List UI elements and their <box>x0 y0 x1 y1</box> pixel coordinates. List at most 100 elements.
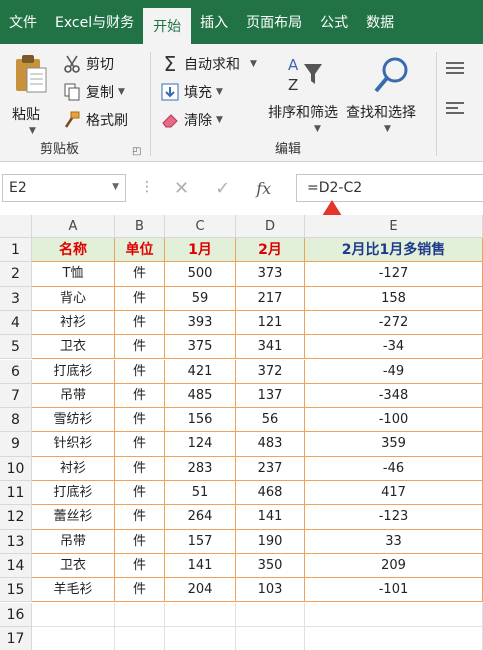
table-cell[interactable]: 237 <box>236 456 305 481</box>
name-box[interactable]: E2 ▼ <box>2 174 126 202</box>
table-cell[interactable]: 190 <box>236 529 305 554</box>
table-cell[interactable]: 件 <box>115 359 165 384</box>
cell[interactable] <box>115 602 165 627</box>
table-cell[interactable]: 156 <box>165 408 236 433</box>
table-cell[interactable]: 件 <box>115 505 165 530</box>
table-cell[interactable]: 件 <box>115 529 165 554</box>
selected-cell-e2[interactable]: -127 <box>305 262 483 287</box>
table-cell[interactable]: 141 <box>236 505 305 530</box>
table-cell[interactable]: 件 <box>115 262 165 287</box>
autosum-button[interactable]: Σ 自动求和 ▼ <box>160 54 257 74</box>
row-header[interactable]: 17 <box>0 626 32 650</box>
table-cell[interactable]: 137 <box>236 383 305 409</box>
table-cell[interactable]: 141 <box>165 553 236 579</box>
table-cell[interactable]: 打底衫 <box>32 481 115 506</box>
cancel-icon[interactable]: ✕ <box>174 178 189 199</box>
row-header[interactable]: 7 <box>0 383 32 409</box>
table-cell[interactable]: 件 <box>115 383 165 409</box>
table-cell[interactable]: 121 <box>236 310 305 336</box>
header-cell[interactable]: 单位 <box>115 238 165 263</box>
table-cell[interactable]: 件 <box>115 456 165 481</box>
table-cell[interactable]: 蕾丝衫 <box>32 505 115 530</box>
column-header-d[interactable]: D <box>236 215 305 238</box>
cell[interactable] <box>32 626 115 650</box>
table-cell[interactable]: 51 <box>165 481 236 506</box>
table-cell[interactable]: 件 <box>115 286 165 311</box>
enter-icon[interactable]: ✓ <box>215 178 230 199</box>
row-header[interactable]: 16 <box>0 602 32 627</box>
table-cell[interactable]: -272 <box>305 310 483 336</box>
table-cell[interactable]: 件 <box>115 335 165 360</box>
table-cell[interactable]: 485 <box>165 383 236 409</box>
table-cell[interactable]: 209 <box>305 553 483 579</box>
table-cell[interactable]: 158 <box>305 286 483 311</box>
table-cell[interactable]: 500 <box>165 262 236 287</box>
table-cell[interactable]: -100 <box>305 408 483 433</box>
table-cell[interactable]: 背心 <box>32 286 115 311</box>
table-cell[interactable]: 件 <box>115 553 165 579</box>
column-header-a[interactable]: A <box>32 215 115 238</box>
row-header[interactable]: 9 <box>0 432 32 457</box>
table-cell[interactable]: 件 <box>115 578 165 603</box>
cell[interactable] <box>305 626 483 650</box>
clear-button[interactable]: 清除 ▼ <box>160 110 223 130</box>
table-cell[interactable]: 羊毛衫 <box>32 578 115 603</box>
column-header-b[interactable]: B <box>115 215 165 238</box>
select-all-corner[interactable] <box>0 215 32 238</box>
table-cell[interactable]: 件 <box>115 481 165 506</box>
ribbon-tab[interactable]: 插入 <box>191 0 237 44</box>
cell[interactable] <box>236 626 305 650</box>
cut-button[interactable]: 剪切 <box>62 54 114 74</box>
table-cell[interactable]: 针织衫 <box>32 432 115 457</box>
ribbon-tab[interactable]: Excel与财务 <box>46 0 143 44</box>
table-cell[interactable]: -49 <box>305 359 483 384</box>
table-cell[interactable]: -123 <box>305 505 483 530</box>
align-top-icon[interactable] <box>446 62 464 76</box>
dialog-launcher-icon[interactable]: ◰ <box>132 146 141 157</box>
fill-button[interactable]: 填充 ▼ <box>160 82 223 102</box>
table-cell[interactable]: -348 <box>305 383 483 409</box>
cell[interactable] <box>305 602 483 627</box>
table-cell[interactable]: 雪纺衫 <box>32 408 115 433</box>
header-cell[interactable]: 名称 <box>32 238 115 263</box>
table-cell[interactable]: 打底衫 <box>32 359 115 384</box>
copy-button[interactable]: 复制 ▼ <box>62 82 125 102</box>
sort-filter-button[interactable]: A Z 排序和筛选 ▼ <box>268 52 368 138</box>
table-cell[interactable]: 359 <box>305 432 483 457</box>
table-cell[interactable]: 卫衣 <box>32 335 115 360</box>
table-cell[interactable]: -46 <box>305 456 483 481</box>
table-cell[interactable]: 件 <box>115 432 165 457</box>
table-cell[interactable]: 件 <box>115 310 165 336</box>
table-cell[interactable]: 350 <box>236 553 305 579</box>
table-cell[interactable]: 393 <box>165 310 236 336</box>
table-cell[interactable]: 吊带 <box>32 529 115 554</box>
insert-function-button[interactable]: fx <box>256 179 271 198</box>
table-cell[interactable]: 217 <box>236 286 305 311</box>
cell[interactable] <box>115 626 165 650</box>
row-header[interactable]: 15 <box>0 578 32 603</box>
ribbon-tab[interactable]: 页面布局 <box>237 0 311 44</box>
chevron-down-icon[interactable]: ▼ <box>112 182 119 192</box>
paste-button[interactable]: 粘贴 ▼ <box>8 54 54 136</box>
format-painter-button[interactable]: 格式刷 <box>62 110 128 130</box>
row-header[interactable]: 13 <box>0 529 32 554</box>
table-cell[interactable]: 264 <box>165 505 236 530</box>
table-cell[interactable]: 283 <box>165 456 236 481</box>
row-header[interactable]: 6 <box>0 359 32 384</box>
table-cell[interactable]: 483 <box>236 432 305 457</box>
table-cell[interactable]: 372 <box>236 359 305 384</box>
table-cell[interactable]: -101 <box>305 578 483 603</box>
table-cell[interactable]: 157 <box>165 529 236 554</box>
row-header[interactable]: 1 <box>0 238 32 263</box>
cell[interactable] <box>32 602 115 627</box>
table-cell[interactable]: 421 <box>165 359 236 384</box>
find-select-button[interactable]: 查找和选择 ▼ <box>346 52 452 138</box>
table-cell[interactable]: 33 <box>305 529 483 554</box>
row-header[interactable]: 10 <box>0 456 32 481</box>
row-header[interactable]: 14 <box>0 553 32 579</box>
column-header-e[interactable]: E <box>305 215 483 238</box>
table-cell[interactable]: 417 <box>305 481 483 506</box>
align-middle-icon[interactable] <box>446 102 464 116</box>
column-header-c[interactable]: C <box>165 215 236 238</box>
table-cell[interactable]: 56 <box>236 408 305 433</box>
